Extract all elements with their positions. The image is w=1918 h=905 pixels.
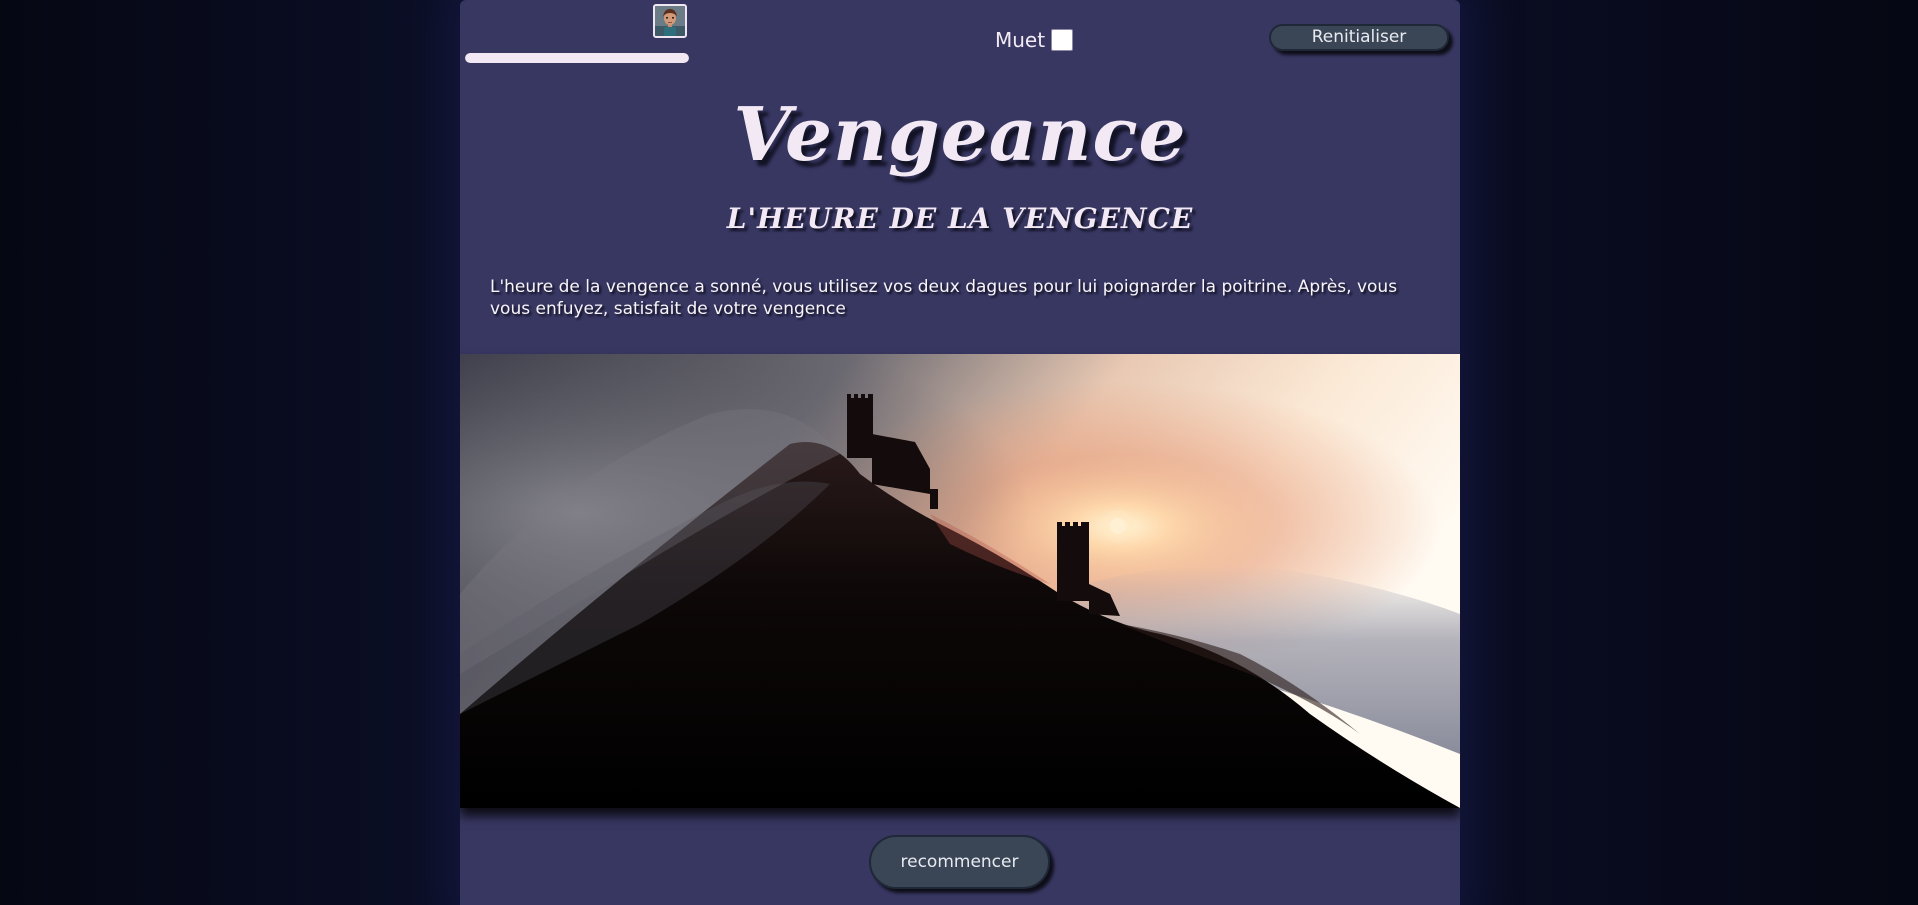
mute-label: Muet xyxy=(995,28,1046,52)
game-panel: Muet Renitialiser Vengeance L'HEURE DE L… xyxy=(460,0,1460,905)
mute-toggle[interactable]: Muet xyxy=(995,28,1074,52)
restart-button[interactable]: recommencer xyxy=(869,835,1050,889)
page-title: Vengeance xyxy=(733,92,1187,178)
reset-button[interactable]: Renitialiser xyxy=(1269,24,1449,51)
health-bar-fill xyxy=(465,53,689,63)
story-text: L'heure de la vengence a sonné, vous uti… xyxy=(490,277,1398,319)
mute-checkbox[interactable] xyxy=(1051,29,1074,51)
scene-image xyxy=(460,354,1460,808)
chapter-subtitle: L'HEURE DE LA VENGENCE xyxy=(726,202,1194,235)
health-bar xyxy=(465,53,689,63)
character-portrait-icon[interactable] xyxy=(653,4,687,38)
